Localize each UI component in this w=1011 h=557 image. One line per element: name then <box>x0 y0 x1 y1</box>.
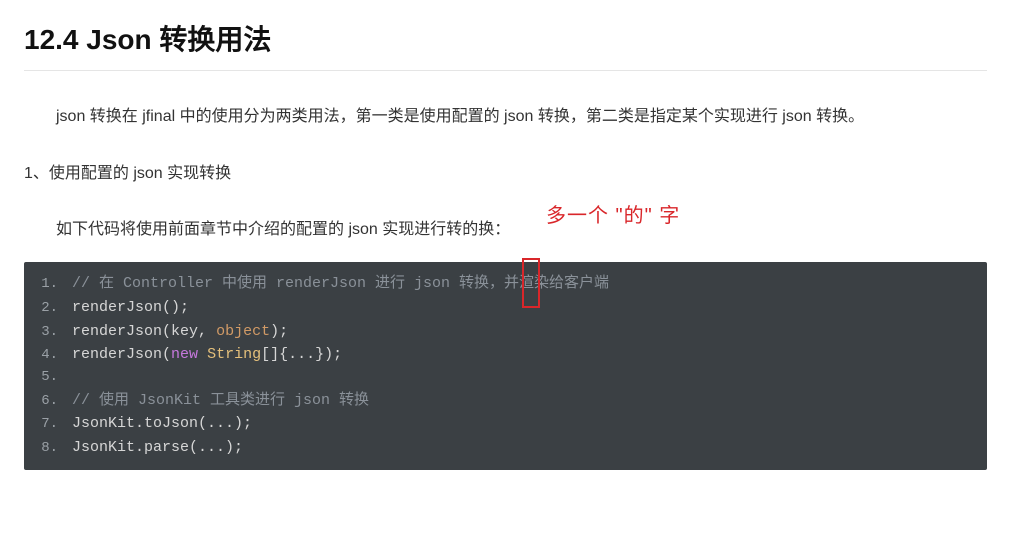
document-content: 12.4 Json 转换用法 json 转换在 jfinal 中的使用分为两类用… <box>0 0 1011 470</box>
code-line: 7.JsonKit.toJson(...); <box>24 412 979 436</box>
code-fn: renderJson <box>72 343 162 366</box>
code-punct: (); <box>162 296 189 319</box>
sub-heading: 1、使用配置的 json 实现转换 <box>24 158 987 190</box>
code-punct: ( <box>162 343 171 366</box>
code-var: key <box>171 320 198 343</box>
code-line: 6.// 使用 JsonKit 工具类进行 json 转换 <box>24 389 979 413</box>
code-keyword: new <box>171 343 198 366</box>
code-line: 8.JsonKit.parse(...); <box>24 436 979 460</box>
code-fn: renderJson <box>72 296 162 319</box>
code-fn: renderJson <box>72 320 162 343</box>
code-line: 5. <box>24 367 979 389</box>
line-number: 6. <box>24 391 72 413</box>
code-comment: // 使用 JsonKit 工具类进行 json 转换 <box>72 389 369 412</box>
code-block: 1.// 在 Controller 中使用 renderJson 进行 json… <box>24 262 987 470</box>
section-title: 12.4 Json 转换用法 <box>24 18 987 71</box>
code-punct <box>198 343 207 366</box>
code-text: JsonKit.toJson(...); <box>72 412 252 435</box>
line-number: 7. <box>24 414 72 436</box>
code-punct: []{...}); <box>261 343 342 366</box>
code-punct: ); <box>270 320 288 343</box>
intro-paragraph: json 转换在 jfinal 中的使用分为两类用法，第一类是使用配置的 jso… <box>24 99 987 134</box>
code-class: String <box>207 343 261 366</box>
code-line: 3.renderJson(key, object); <box>24 320 979 344</box>
code-line: 2.renderJson(); <box>24 296 979 320</box>
description-paragraph: 如下代码将使用前面章节中介绍的配置的 json 实现进行转的换： <box>24 214 987 246</box>
line-number: 2. <box>24 298 72 320</box>
code-object: object <box>216 320 270 343</box>
annotation-text: 多一个 "的" 字 <box>546 199 680 228</box>
code-text: JsonKit.parse(...); <box>72 436 243 459</box>
annotation-box <box>522 258 540 308</box>
line-number: 5. <box>24 367 72 389</box>
line-number: 4. <box>24 345 72 367</box>
line-number: 3. <box>24 322 72 344</box>
line-number: 1. <box>24 274 72 296</box>
code-line: 4.renderJson(new String[]{...}); <box>24 343 979 367</box>
code-line: 1.// 在 Controller 中使用 renderJson 进行 json… <box>24 272 979 296</box>
line-number: 8. <box>24 438 72 460</box>
code-punct: ( <box>162 320 171 343</box>
code-punct: , <box>198 320 216 343</box>
